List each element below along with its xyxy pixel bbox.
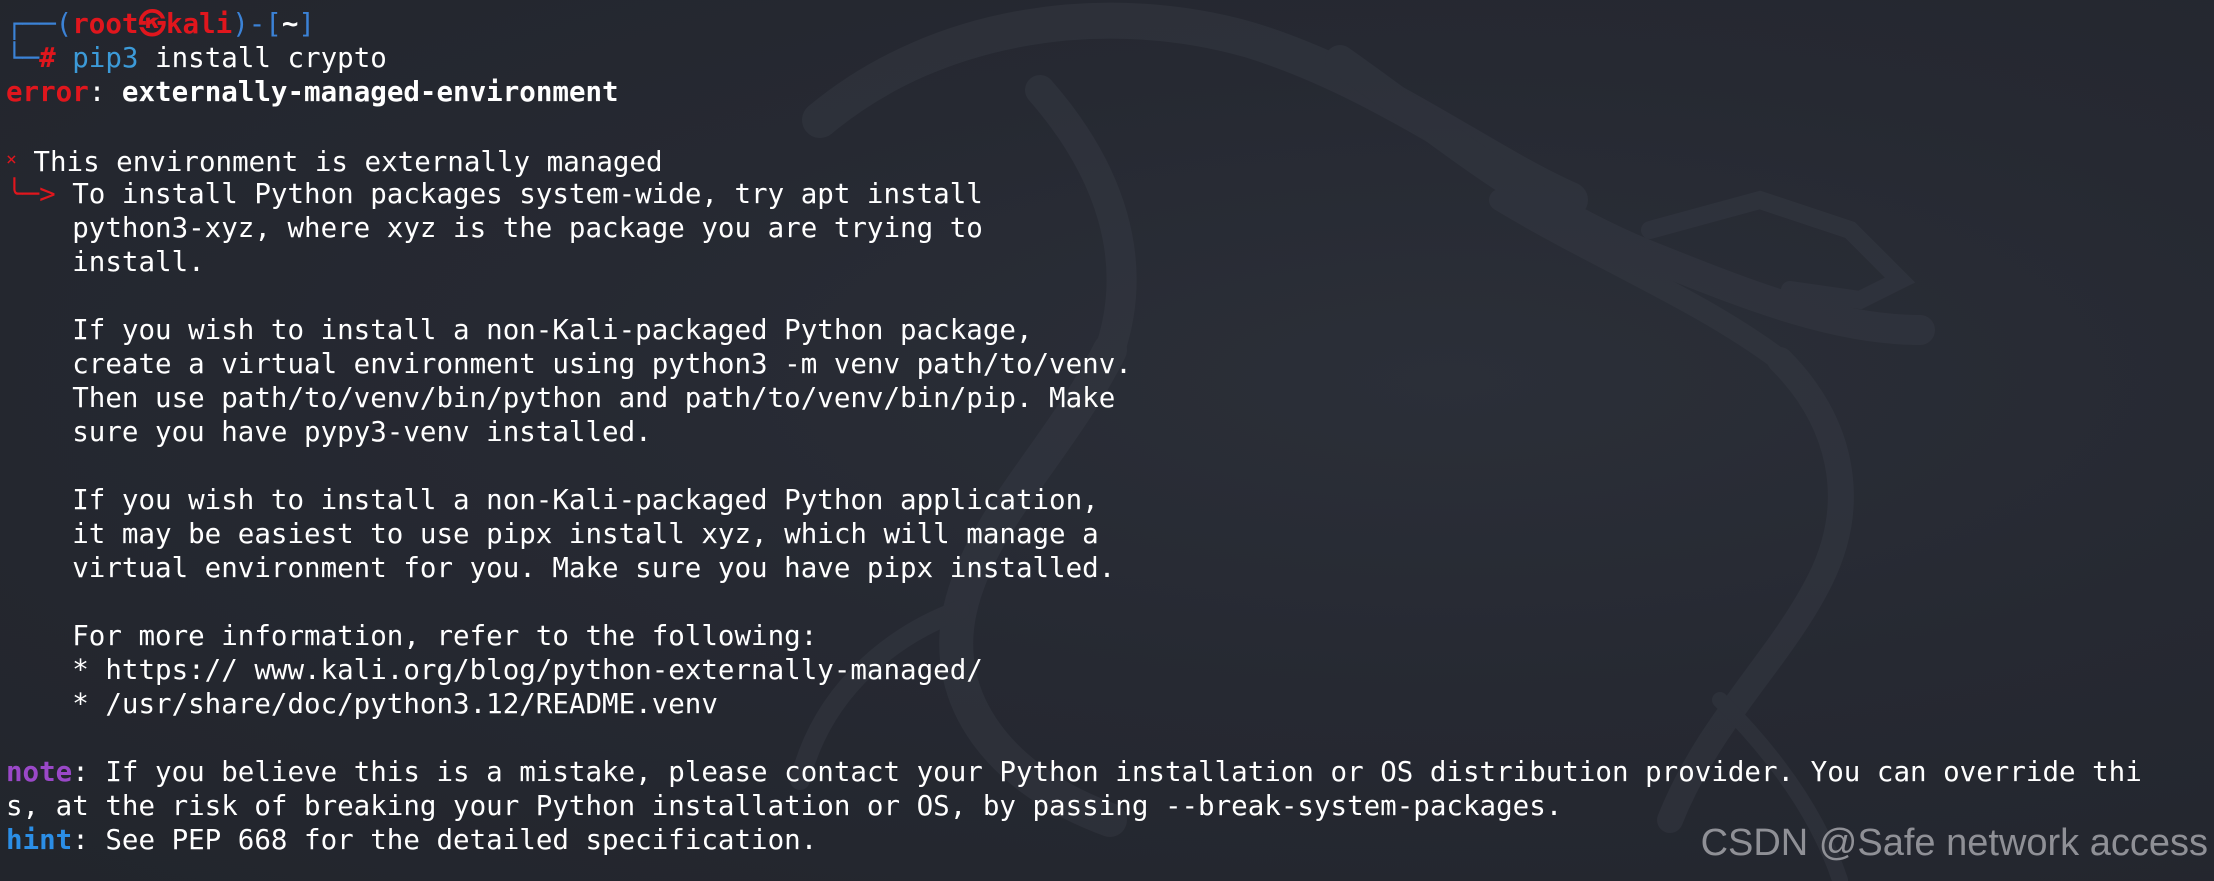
details-line: virtual environment for you. Make sure y… xyxy=(6,552,1116,584)
details-text: To install Python packages system-wide, … xyxy=(55,178,983,210)
prompt-separator: )-[ xyxy=(232,8,282,40)
details-line: If you wish to install a non-Kali-packag… xyxy=(6,484,1099,516)
prompt-bracket: ] xyxy=(298,8,315,40)
command-args: install crypto xyxy=(138,42,387,74)
terminal-window[interactable]: ┌──(root㉿kali)-[~] └─# pip3 install crypt… xyxy=(0,0,2214,881)
details-line: Then use path/to/venv/bin/python and pat… xyxy=(6,382,1116,414)
prompt-cwd: ~ xyxy=(281,8,299,40)
error-message: externally-managed-environment xyxy=(121,76,619,108)
prompt-corner: ┌──( xyxy=(6,8,73,40)
hint-text: : See PEP 668 for the detailed specifica… xyxy=(72,824,818,856)
details-heading: This environment is externally managed xyxy=(16,146,663,178)
csdn-watermark: CSDN @Safe network access xyxy=(1700,822,2208,864)
hint-label: hint xyxy=(6,824,73,856)
error-line: error: externally-managed-environment xyxy=(6,75,2142,109)
error-label: error xyxy=(6,76,89,108)
details-line xyxy=(6,279,2142,313)
note-line-continued: s, at the risk of breaking your Python i… xyxy=(6,790,1563,822)
prompt-user-host: root㉿kali xyxy=(72,8,233,40)
details-line-link: * https:// www.kali.org/blog/python-exte… xyxy=(6,654,983,686)
details-line-path: * /usr/share/doc/python3.12/README.venv xyxy=(6,688,718,720)
details-line: For more information, refer to the follo… xyxy=(6,620,818,652)
details-line: it may be easiest to use pipx install xy… xyxy=(6,518,1099,550)
command-name: pip3 xyxy=(72,42,139,74)
note-label: note xyxy=(6,756,73,788)
prompt-line-command: └─# pip3 install crypto xyxy=(6,41,2142,75)
terminal-output: ┌──(root㉿kali)-[~] └─# pip3 install crypt… xyxy=(6,7,2142,857)
details-line: python3-xyz, where xyz is the package yo… xyxy=(6,212,983,244)
details-line: install. xyxy=(6,246,205,278)
error-separator: : xyxy=(88,76,122,108)
details-heading-line: × This environment is externally managed xyxy=(6,143,2142,178)
prompt-corner-bottom: └─ xyxy=(6,42,40,74)
details-line: ╰─> To install Python packages system-wi… xyxy=(6,177,2142,211)
details-line: sure you have pypy3-venv installed. xyxy=(6,416,652,448)
details-line xyxy=(6,585,2142,619)
prompt-hash: # xyxy=(39,42,56,74)
note-line: note: If you believe this is a mistake, … xyxy=(6,755,2142,789)
details-line xyxy=(6,449,2142,483)
x-mark-icon: × xyxy=(6,149,17,170)
details-line: create a virtual environment using pytho… xyxy=(6,348,1132,380)
prompt-line-top: ┌──(root㉿kali)-[~] xyxy=(6,7,2142,41)
note-text: : If you believe this is a mistake, plea… xyxy=(72,756,2142,788)
details-line: If you wish to install a non-Kali-packag… xyxy=(6,314,1033,346)
arrow-icon: ╰─> xyxy=(6,178,56,210)
